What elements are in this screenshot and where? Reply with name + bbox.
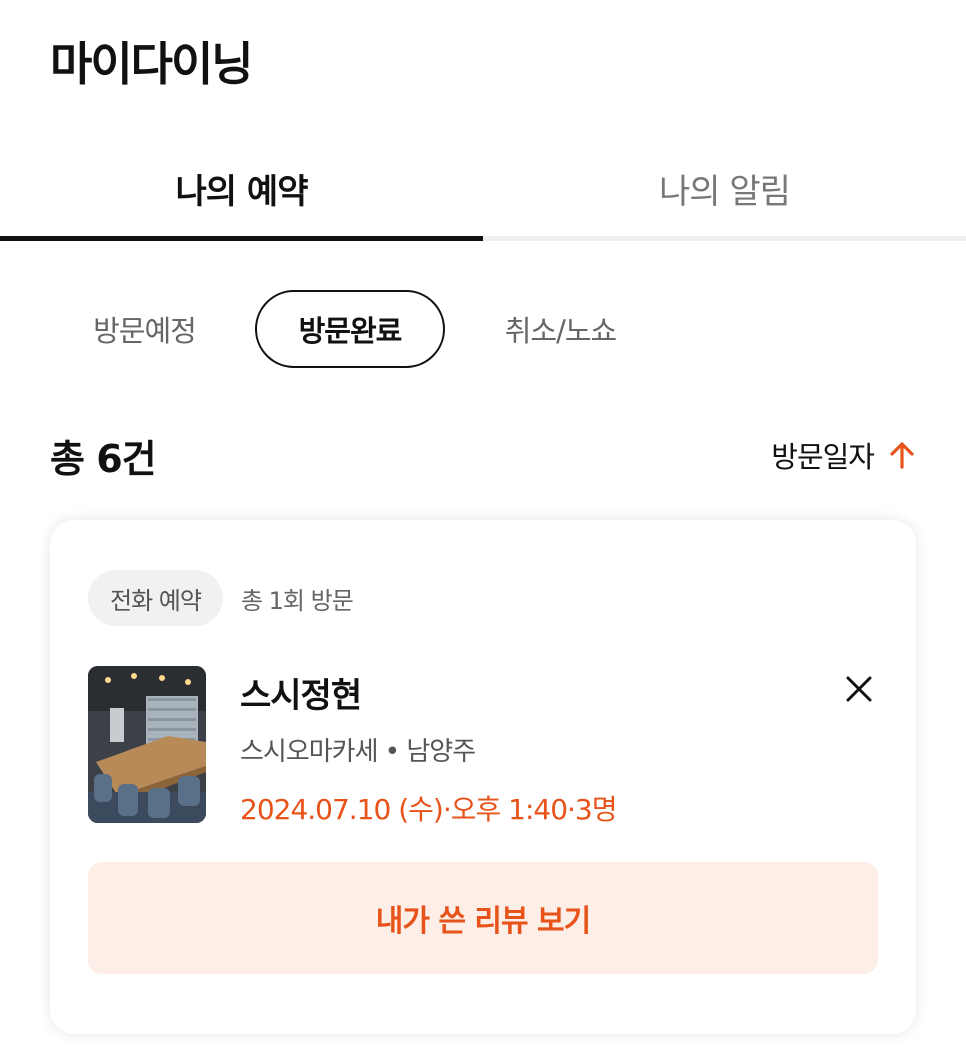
filter-visited[interactable]: 방문완료 <box>255 290 445 368</box>
sort-label: 방문일자 <box>771 440 875 474</box>
restaurant-photo <box>88 666 206 823</box>
sort-button[interactable]: 방문일자 <box>771 434 916 476</box>
restaurant-thumbnail[interactable] <box>88 666 206 823</box>
reservation-card[interactable]: 전화 예약 총 1회 방문 스시정현 스시오마카세 • 남양주 2024.07.… <box>50 520 916 1034</box>
arrow-up-icon <box>890 442 914 469</box>
restaurant-name[interactable]: 스시정현 <box>240 668 617 717</box>
filter-cancelled-noshow[interactable]: 취소/노쇼 <box>478 290 643 368</box>
card-badges: 전화 예약 총 1회 방문 <box>88 570 354 626</box>
restaurant-info: 스시정현 스시오마카세 • 남양주 2024.07.10 (수)·오후 1:40… <box>240 668 617 828</box>
total-count: 총 6건 <box>50 437 157 481</box>
tab-my-reservations[interactable]: 나의 예약 <box>0 140 483 236</box>
filter-upcoming[interactable]: 방문예정 <box>72 290 217 368</box>
my-dining-page: 마이다이닝 나의 예약 나의 알림 방문예정 방문완료 취소/노쇼 총 6건 방… <box>0 0 966 1050</box>
tab-my-notifications[interactable]: 나의 알림 <box>483 140 966 236</box>
reservation-datetime: 2024.07.10 (수)·오후 1:40·3명 <box>240 793 617 826</box>
list-summary: 총 6건 방문일자 <box>50 428 916 488</box>
visit-count: 총 1회 방문 <box>240 586 354 615</box>
page-title: 마이다이닝 <box>50 37 254 91</box>
restaurant-category-location: 스시오마카세 • 남양주 <box>240 737 476 767</box>
view-my-review-button[interactable]: 내가 쓴 리뷰 보기 <box>88 862 878 974</box>
status-filters: 방문예정 방문완료 취소/노쇼 <box>0 290 966 370</box>
close-icon[interactable] <box>842 672 876 706</box>
reservation-type-badge: 전화 예약 <box>88 570 223 626</box>
active-tab-indicator <box>0 236 483 241</box>
main-tabs: 나의 예약 나의 알림 <box>0 140 966 242</box>
